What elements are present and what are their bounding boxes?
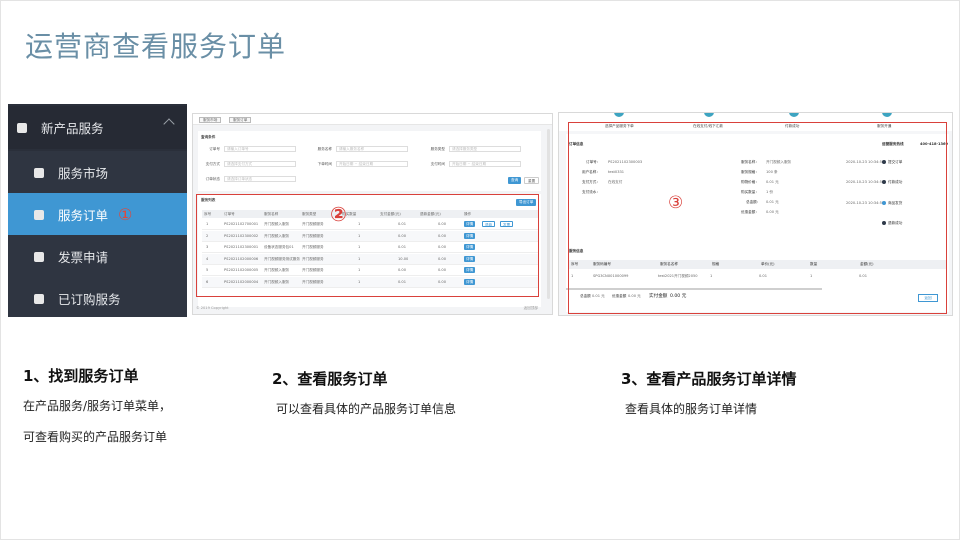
reset-button[interactable]: 重置: [524, 177, 540, 184]
order-detail-screenshot: 选择产品服务下单 在线支付/线下汇款 付款成功 服务开通 订单信息 运营服务热线…: [558, 112, 953, 316]
sidebar-item-invoice-request[interactable]: 发票申请: [8, 235, 187, 278]
scrollbar[interactable]: [547, 129, 550, 299]
payment-date-range[interactable]: 开始日期 ~ 结束日期: [449, 161, 521, 167]
footer-copyright: © 2019 Copyright: [196, 306, 229, 310]
menu-icon: [17, 122, 27, 133]
filter-label: 支付时间: [430, 162, 445, 166]
step-3-heading: 3、查看产品服务订单详情: [621, 370, 797, 388]
filter-label: 下单时间: [317, 162, 332, 166]
search-button[interactable]: 查询: [508, 177, 522, 184]
sidebar-item-label: 新产品服务: [41, 121, 104, 136]
order-number-input[interactable]: 请输入订单号: [224, 146, 296, 152]
menu-icon: [34, 167, 44, 178]
filter-label: 订单号: [209, 147, 220, 151]
step-1-heading: 1、找到服务订单: [23, 367, 139, 385]
slide: 运营商查看服务订单 新产品服务 服务市场 服务订单 ① 发票申请 已订购服务 服…: [0, 0, 960, 540]
menu-icon: [34, 209, 44, 220]
step-1-description: 在产品服务/服务订单菜单，: [23, 399, 172, 413]
filter-label: 订单状态: [205, 177, 220, 181]
step-2-description: 可以查看具体的产品服务订单信息: [276, 402, 457, 416]
filter-title: 查询条件: [201, 135, 216, 139]
filter-panel: 查询条件 订单号 请输入订单号 服务名称 请输入服务名称 服务类型 请选择服务类…: [198, 131, 541, 191]
sidebar-item-subscribed-services[interactable]: 已订购服务: [8, 277, 187, 317]
menu-icon: [34, 293, 44, 304]
service-type-select[interactable]: 请选择服务类型: [449, 146, 521, 152]
step-icon: [614, 113, 624, 117]
tab-bar: 服务市场 服务订单: [193, 114, 552, 125]
service-name-input[interactable]: 请输入服务名称: [336, 146, 408, 152]
order-status-select[interactable]: 请选择订单状态: [224, 176, 296, 182]
highlight-box: [196, 194, 539, 297]
sidebar-item-label: 服务市场: [58, 166, 109, 181]
highlight-box: [568, 122, 947, 314]
filter-label: 服务名称: [317, 147, 332, 151]
step-icon: [704, 113, 714, 117]
menu-icon: [34, 251, 44, 262]
filter-label: 服务类型: [430, 147, 445, 151]
order-date-range[interactable]: 开始日期 ~ 结束日期: [336, 161, 408, 167]
step-icon: [789, 113, 799, 117]
step-3-description: 查看具体的服务订单详情: [625, 402, 758, 416]
callout-marker-3: ③: [668, 193, 684, 213]
sidebar-item-label: 发票申请: [58, 250, 109, 265]
order-list-screenshot: 服务市场 服务订单 查询条件 订单号 请输入订单号 服务名称 请输入服务名称 服…: [192, 113, 553, 315]
step-1-description: 可查看购买的产品服务订单: [23, 430, 168, 444]
callout-marker-2: ②: [330, 202, 347, 226]
back-to-top-link[interactable]: 返回顶部: [524, 306, 538, 311]
filter-label: 支付方式: [205, 162, 220, 166]
tab-service-orders[interactable]: 服务订单: [229, 117, 252, 123]
sidebar-item-service-orders[interactable]: 服务订单 ①: [8, 193, 187, 236]
step-icon: [882, 113, 892, 117]
sidebar-menu-screenshot: 新产品服务 服务市场 服务订单 ① 发票申请 已订购服务: [8, 104, 187, 317]
sidebar-item-service-market[interactable]: 服务市场: [8, 151, 187, 194]
tab-service-market[interactable]: 服务市场: [199, 117, 222, 123]
sidebar-item-new-product-service[interactable]: 新产品服务: [8, 106, 187, 149]
payment-method-select[interactable]: 请选择支付方式: [224, 161, 296, 167]
slide-title: 运营商查看服务订单: [25, 30, 287, 63]
sidebar-item-label: 服务订单: [58, 208, 109, 223]
callout-marker-1: ①: [118, 205, 133, 224]
step-2-heading: 2、查看服务订单: [272, 370, 388, 388]
chevron-up-icon: [163, 118, 175, 130]
sidebar-item-label: 已订购服务: [58, 292, 121, 307]
